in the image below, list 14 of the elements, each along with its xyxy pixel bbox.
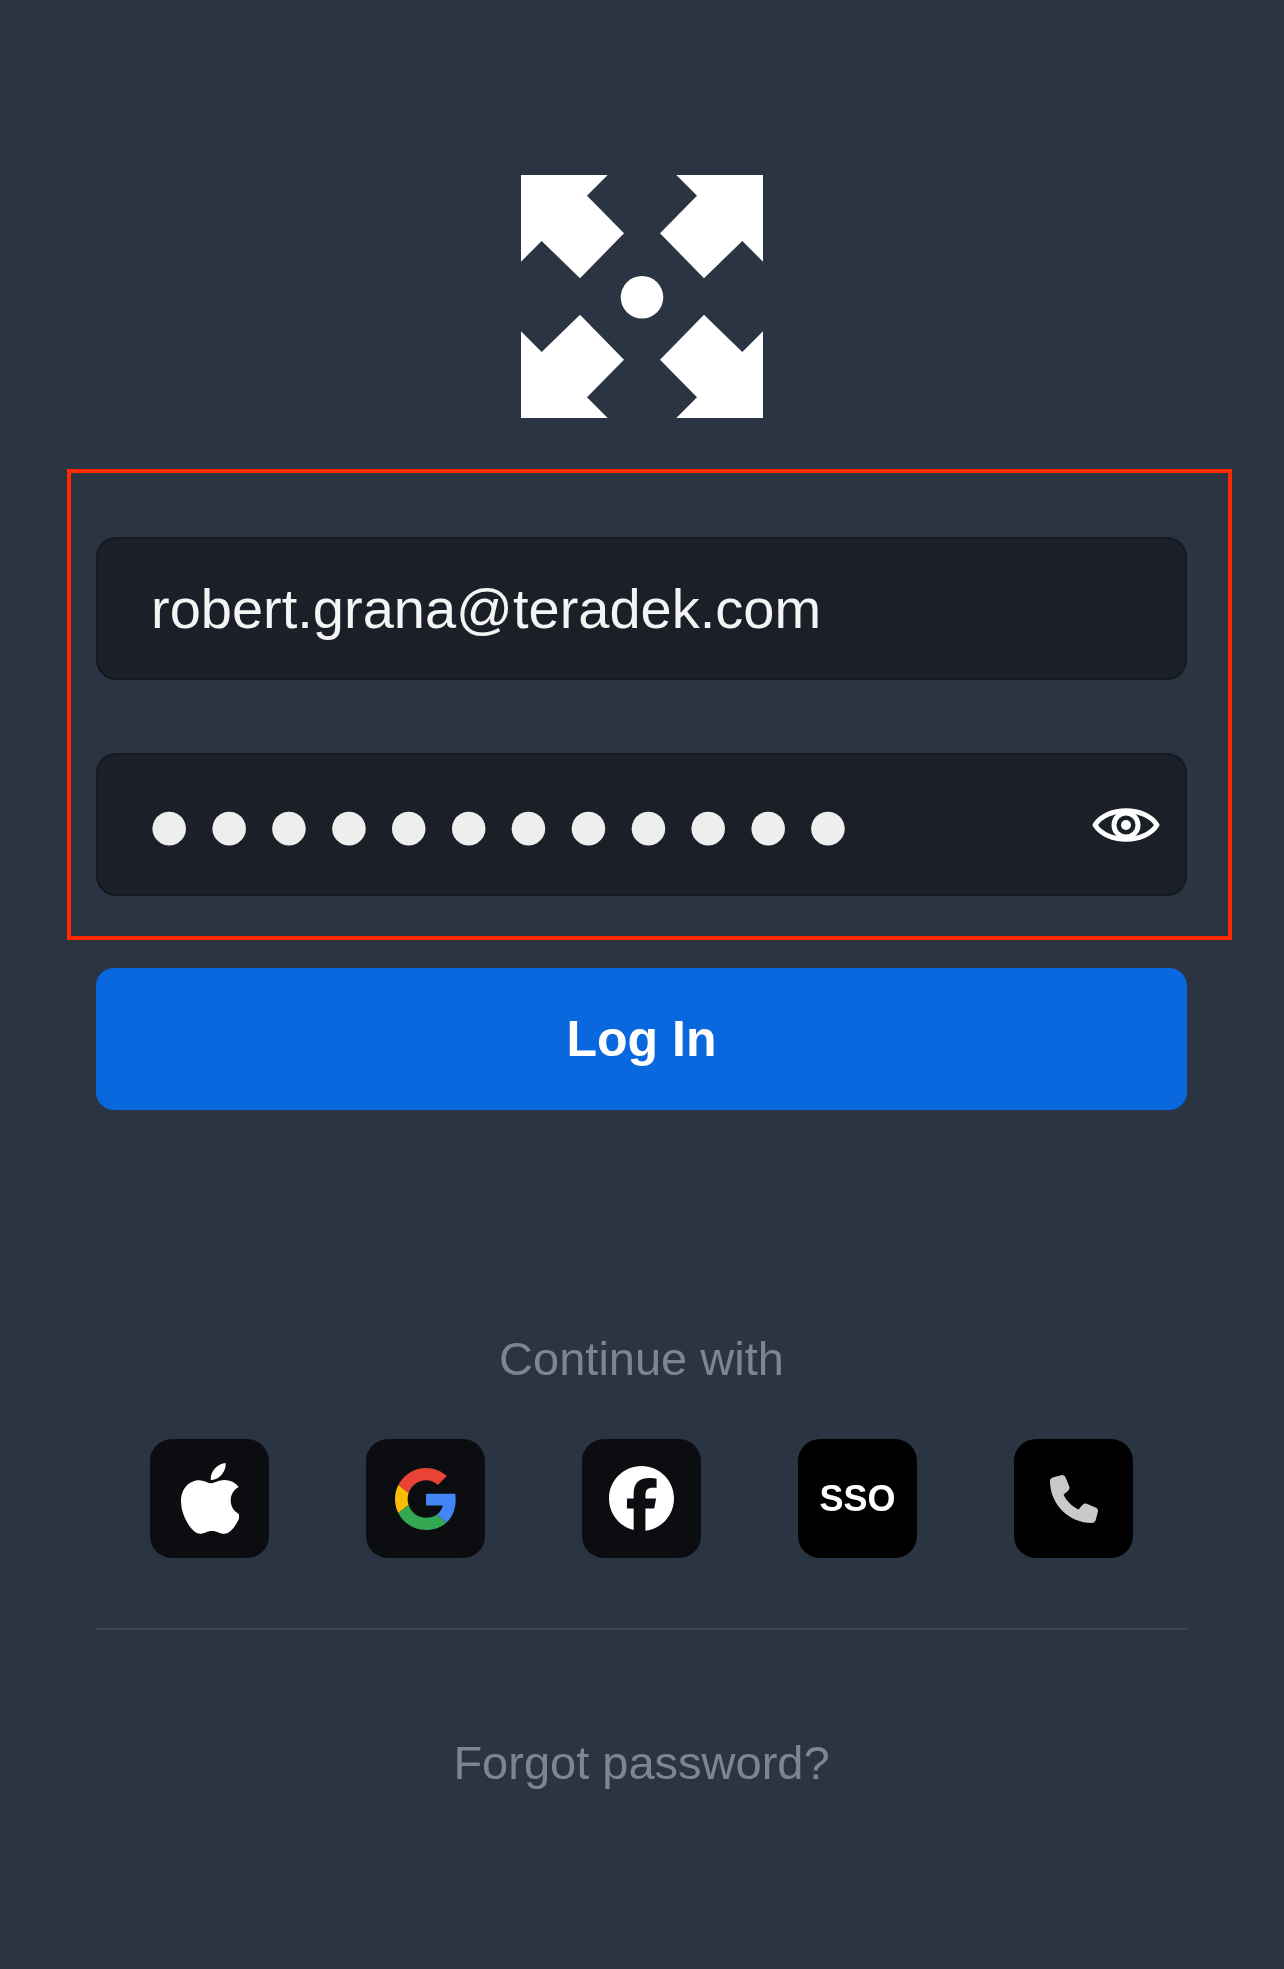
social-login-button[interactable] (582, 1439, 701, 1558)
four-arrows-logo-icon (520, 175, 763, 418)
apple-logo-icon (180, 1463, 239, 1534)
social-login-button[interactable] (1014, 1439, 1133, 1558)
phone-icon (1049, 1474, 1098, 1523)
log-in-button[interactable]: Log In (96, 968, 1187, 1110)
facebook-logo-icon (609, 1466, 674, 1531)
google-logo-icon (394, 1467, 457, 1530)
continue-with-label: Continue with (499, 1331, 784, 1387)
social-login-button[interactable] (150, 1439, 269, 1558)
password-field[interactable]: ●●●●●●●●●●●● (96, 753, 1187, 896)
sso-button[interactable]: SSO (798, 1439, 917, 1558)
social-login-button[interactable] (366, 1439, 485, 1558)
email-field[interactable]: robert.grana@teradek.com (96, 537, 1187, 680)
